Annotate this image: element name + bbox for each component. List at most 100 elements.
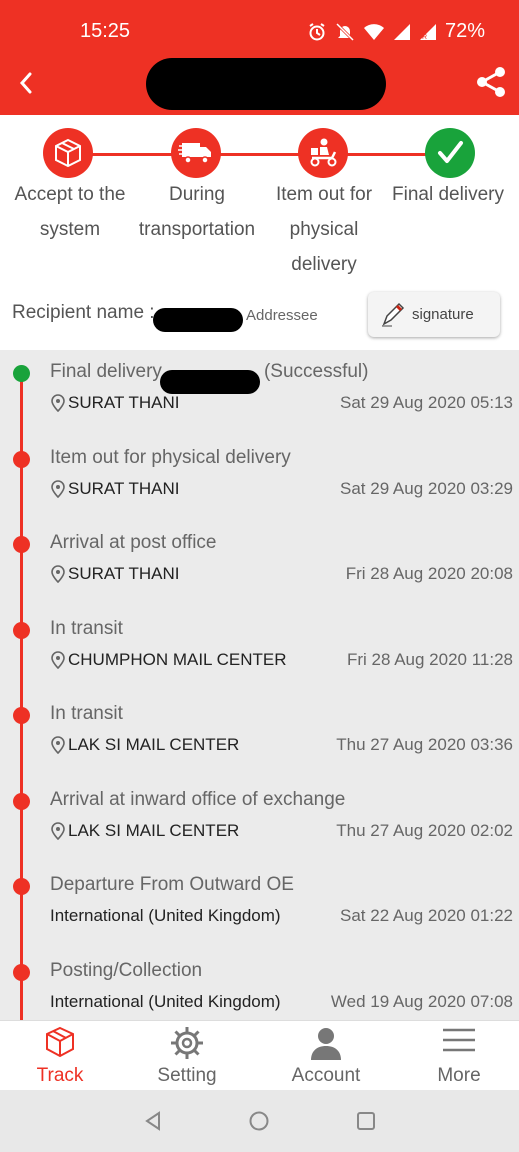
event-datetime: Thu 27 Aug 2020 02:02	[336, 820, 513, 840]
event-location-text: SURAT THANI	[68, 564, 180, 583]
svg-text:R: R	[422, 34, 427, 41]
event-datetime: Thu 27 Aug 2020 03:36	[336, 735, 513, 754]
timeline-event: Item out for physical delivery SURAT THAN…	[0, 444, 519, 530]
event-datetime: Sat 29 Aug 2020 03:29	[340, 478, 513, 498]
nav-account[interactable]: Account	[271, 1021, 381, 1091]
event-location-text: International (United Kingdom)	[50, 991, 281, 1011]
step-label-accepted: Accept to the system	[14, 184, 126, 240]
event-title: Arrival at post office	[50, 532, 217, 554]
recipient-type: Addressee	[246, 307, 318, 324]
event-datetime: Fri 28 Aug 2020 11:28	[346, 649, 513, 669]
gear-icon	[171, 1027, 203, 1059]
nav-track[interactable]: Track	[5, 1021, 115, 1091]
timeline-dot	[13, 792, 30, 810]
timeline-dot	[13, 963, 30, 981]
timeline-event: Arrival at inward office of exchange LAK …	[0, 786, 519, 872]
event-title-text: Arrival at inward office of exchange	[50, 788, 346, 810]
check-icon	[425, 128, 475, 178]
event-datetime: Fri 28 Aug 2020 20:08	[345, 564, 513, 583]
signature-label: signature	[412, 306, 474, 323]
timeline-event: In transit CHUMPHON MAIL CENTER Fri 28 Aug…	[0, 615, 519, 701]
timeline-event: Departure From Outward OE International (…	[0, 871, 519, 957]
step-label-out-for-delivery: Item out for physical delivery	[275, 184, 373, 275]
pen-icon	[382, 302, 405, 326]
timeline-dot	[13, 450, 30, 468]
event-location: SURAT THANI	[50, 393, 179, 413]
timeline-event: In transit LAK SI MAIL CENTER Thu 27 Aug 2…	[0, 700, 519, 786]
chevron-left-icon[interactable]	[12, 66, 42, 100]
timeline-dot	[13, 878, 30, 895]
signature-button[interactable]: signature	[368, 292, 500, 337]
event-title: Departure From Outward OE	[50, 874, 294, 896]
event-location: SURAT THANI	[50, 564, 179, 584]
event-title-text: In transit	[50, 703, 123, 724]
recents-square-icon[interactable]	[355, 1110, 377, 1132]
share-icon[interactable]	[473, 64, 509, 100]
nav-account-label: Account	[291, 1065, 361, 1086]
battery-level: 72%	[444, 20, 485, 42]
status-icons: R 72%	[307, 20, 485, 43]
status-bar: 15:25 R 72%	[0, 0, 519, 64]
event-location: International (United Kingdom)	[50, 992, 281, 1012]
event-title: Item out for physical delivery	[50, 447, 291, 469]
event-location-text: LAK SI MAIL CENTER	[68, 820, 240, 840]
wifi-icon	[363, 23, 384, 40]
app-header: 15:25 R 72%	[0, 0, 519, 115]
signal-icon	[393, 23, 410, 40]
status-time: 15:25	[80, 20, 131, 42]
event-location: LAK SI MAIL CENTER	[50, 735, 239, 755]
nav-setting-label: Setting	[157, 1065, 217, 1086]
timeline-event: Posting/Collection International (United …	[0, 957, 519, 1021]
nav-setting[interactable]: Setting	[132, 1021, 242, 1091]
scooter-icon	[298, 128, 348, 178]
event-title: Final delivery (Successful)	[50, 361, 368, 383]
location-pin-icon	[51, 650, 65, 669]
system-navigation-bar	[0, 1090, 519, 1152]
timeline-dot	[13, 365, 30, 382]
event-datetime: Sat 22 Aug 2020 01:22	[340, 906, 513, 925]
timeline-event: Arrival at post office SURAT THANI Fri 28 …	[0, 529, 519, 615]
event-title: In transit	[50, 703, 123, 725]
event-location-text: SURAT THANI	[68, 393, 180, 412]
location-pin-icon	[51, 479, 65, 498]
recipient-name-label: Recipient name :	[12, 302, 155, 323]
mute-notification-icon	[335, 22, 355, 41]
signal-roaming-icon: R	[419, 23, 436, 41]
home-circle-icon[interactable]	[248, 1110, 270, 1132]
timeline-event: Final delivery (Successful) SURAT THANI Sat…	[0, 358, 519, 444]
event-location: SURAT THANI	[50, 479, 179, 499]
redacted-recipient-name	[153, 308, 243, 332]
delivery-progress-stepper: Accept to the system During transportati…	[0, 115, 519, 350]
location-pin-icon	[51, 736, 65, 754]
event-location: LAK SI MAIL CENTER	[50, 821, 239, 841]
back-triangle-icon[interactable]	[142, 1110, 164, 1132]
nav-more-label: More	[437, 1065, 481, 1086]
timeline-dot	[13, 707, 30, 724]
event-location: International (United Kingdom)	[50, 906, 281, 926]
stepper-connector	[68, 153, 449, 156]
alarm-icon	[309, 22, 325, 40]
truck-icon	[171, 128, 221, 178]
event-title-text: Posting/Collection	[50, 959, 203, 981]
event-title: Arrival at inward office of exchange	[50, 789, 345, 811]
user-icon	[311, 1028, 341, 1060]
nav-more[interactable]: More	[404, 1021, 514, 1091]
menu-icon	[443, 1028, 475, 1052]
event-title-text: Item out for physical delivery	[50, 446, 291, 468]
event-title-text: Departure From Outward OE	[50, 874, 294, 895]
timeline-dot	[13, 536, 30, 553]
step-label-transport: During transportation	[138, 184, 256, 240]
location-pin-icon	[51, 394, 65, 412]
event-location: CHUMPHON MAIL CENTER	[50, 650, 287, 670]
redacted-tracking-number	[146, 58, 386, 110]
event-datetime: Sat 29 Aug 2020 05:13	[340, 393, 513, 412]
location-pin-icon	[51, 565, 65, 583]
event-location-text: LAK SI MAIL CENTER	[68, 735, 240, 754]
nav-track-label: Track	[36, 1065, 84, 1086]
event-status: (Successful)	[263, 361, 369, 382]
timeline-dot	[13, 621, 30, 639]
location-pin-icon	[51, 821, 65, 840]
event-location-text: SURAT THANI	[68, 478, 180, 498]
event-location-text: CHUMPHON MAIL CENTER	[68, 649, 287, 669]
event-location-text: International (United Kingdom)	[50, 906, 281, 925]
